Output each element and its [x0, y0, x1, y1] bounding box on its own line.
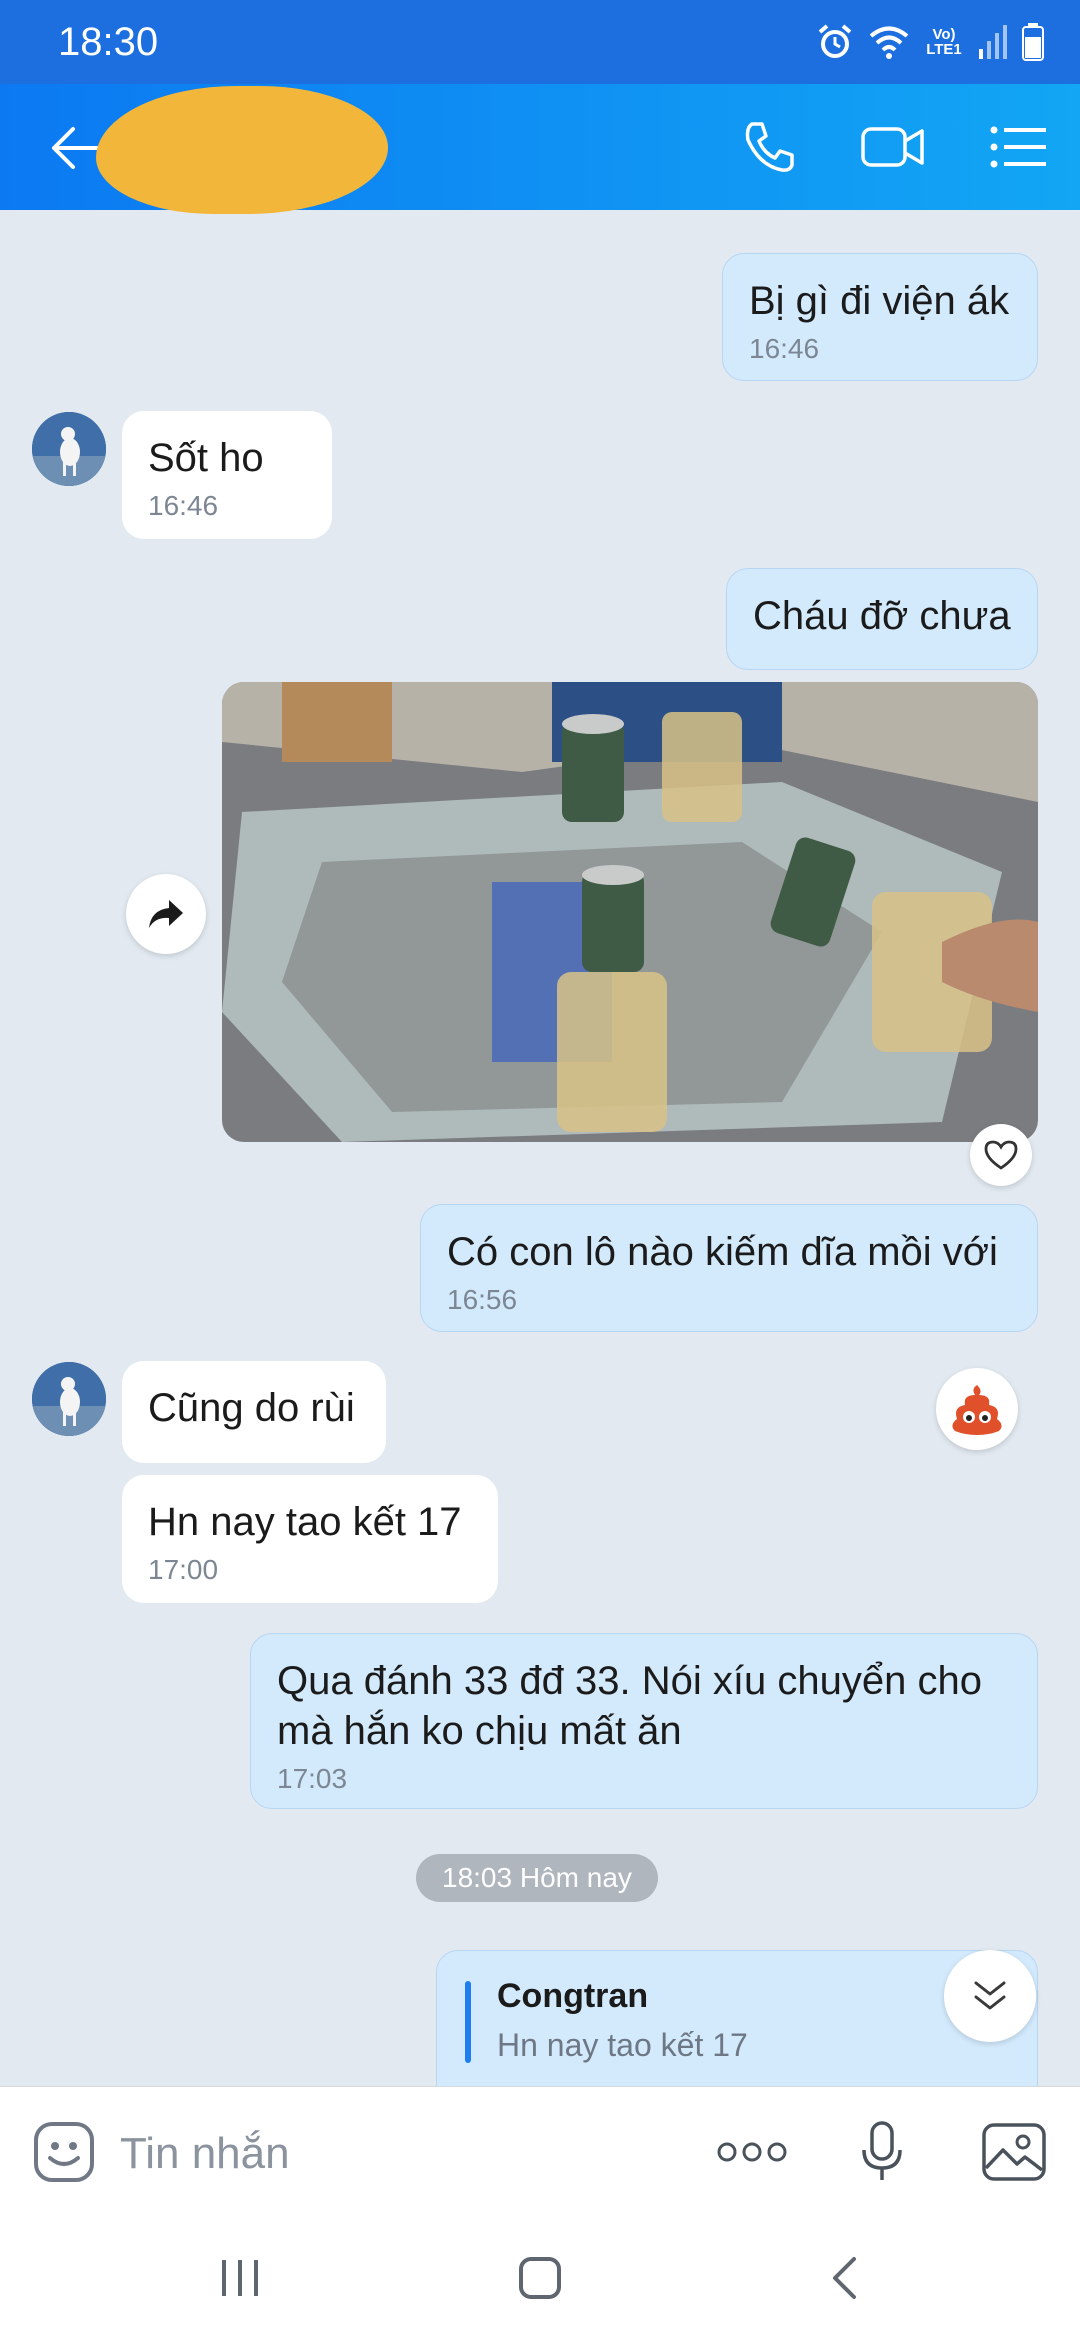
more-options-button[interactable]: [712, 2116, 792, 2188]
home-button[interactable]: [500, 2246, 580, 2310]
sticker-button[interactable]: [28, 2116, 100, 2188]
scroll-to-bottom-button[interactable]: [944, 1950, 1036, 2042]
message-text: Hn nay tao kết 17: [148, 1500, 462, 1544]
menu-button[interactable]: [980, 108, 1056, 186]
phone-icon: [745, 122, 794, 172]
gallery-image-icon: [982, 2123, 1046, 2181]
wifi-icon: [869, 26, 909, 59]
smiley-sticker-icon: [34, 2122, 94, 2182]
back-arrow-icon: [52, 127, 99, 169]
message-time: 16:46: [148, 490, 219, 521]
react-button[interactable]: [970, 1124, 1032, 1186]
poop-emoji-icon: [952, 1385, 1002, 1435]
message-text: Có con lô nào kiếm dĩa mồi với: [447, 1230, 998, 1274]
back-chevron-icon: [833, 2257, 856, 2299]
outgoing-message[interactable]: Cháu đỡ chưa: [726, 568, 1038, 670]
signal-icon: [979, 25, 1007, 59]
message-time: 16:46: [749, 333, 820, 364]
beer-table-photo: [222, 682, 1038, 1142]
recent-apps-button[interactable]: [200, 2246, 280, 2310]
incoming-message[interactable]: Sốt ho 16:46: [122, 411, 332, 539]
contact-name-redaction: [96, 86, 388, 214]
message-text: Sốt ho: [148, 436, 264, 480]
outgoing-message[interactable]: Qua đánh 33 đđ 33. Nói xíu chuyển cho mà…: [250, 1633, 1038, 1809]
outgoing-reply-message[interactable]: Congtran Hn nay tao kết 17: [436, 1950, 1038, 2100]
message-time: 16:56: [447, 1284, 518, 1315]
message-text: Cháu đỡ chưa: [753, 594, 1011, 638]
list-menu-icon: [990, 126, 1046, 168]
recent-apps-icon: [222, 2260, 258, 2296]
status-time: 18:30: [58, 20, 159, 64]
quote-bar: [465, 1981, 471, 2063]
quoted-author: Congtran: [497, 1977, 649, 2015]
message-text: Bị gì đi viện ák: [749, 279, 1010, 323]
reaction-badge[interactable]: [936, 1368, 1018, 1450]
photo-message[interactable]: [222, 682, 1038, 1142]
double-chevron-down-icon: [974, 1981, 1006, 2010]
date-separator: 18:03 Hôm nay: [416, 1854, 658, 1902]
battery-icon: [1022, 23, 1044, 61]
share-button[interactable]: [126, 874, 206, 954]
image-picker-button[interactable]: [976, 2114, 1052, 2190]
message-input[interactable]: Tin nhắn: [120, 2124, 680, 2184]
message-time: 17:03: [277, 1763, 348, 1794]
message-time: 17:00: [148, 1554, 219, 1585]
avatar[interactable]: [32, 1362, 106, 1436]
microphone-icon: [862, 2121, 902, 2180]
more-dots-icon: [717, 2142, 787, 2162]
video-camera-icon: [861, 127, 924, 167]
quoted-text: Hn nay tao kết 17: [497, 2027, 748, 2063]
home-square-icon: [519, 2257, 561, 2299]
alarm-icon: [818, 24, 852, 58]
status-icons: Vo) LTE1: [816, 20, 1044, 64]
incoming-message[interactable]: Hn nay tao kết 17 17:00: [122, 1475, 498, 1603]
goat-avatar-image: [32, 1362, 106, 1436]
message-text: Qua đánh 33 đđ 33. Nói xíu chuyển cho mà…: [277, 1659, 982, 1753]
outgoing-message[interactable]: Có con lô nào kiếm dĩa mồi với 16:56: [420, 1204, 1038, 1332]
avatar[interactable]: [32, 412, 106, 486]
call-button[interactable]: [730, 108, 808, 186]
incoming-message[interactable]: Cũng do rùi: [122, 1361, 386, 1463]
network-type-label: Vo) LTE1: [926, 26, 962, 58]
outgoing-message[interactable]: Bị gì đi viện ák 16:46: [722, 253, 1038, 381]
voice-message-button[interactable]: [846, 2114, 918, 2190]
heart-icon: [984, 1140, 1018, 1170]
share-arrow-icon: [149, 900, 183, 928]
system-back-button[interactable]: [804, 2246, 884, 2310]
goat-avatar-image: [32, 412, 106, 486]
video-call-button[interactable]: [852, 108, 934, 186]
message-text: Cũng do rùi: [148, 1386, 355, 1430]
